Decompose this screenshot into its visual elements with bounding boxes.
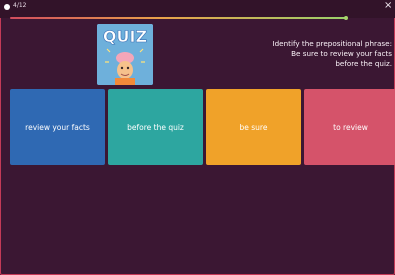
progress-dot-icon (4, 4, 10, 10)
close-icon[interactable]: × (384, 1, 392, 11)
progress-track (10, 17, 345, 19)
quiz-image: QUIZ (97, 24, 153, 85)
progress-fill (10, 17, 345, 19)
progress-end-marker (344, 16, 348, 20)
answer-option-label: be sure (239, 122, 268, 132)
progress-counter: 4/12 (13, 2, 27, 9)
question-line: Be sure to review your facts (291, 49, 392, 58)
question-line: Identify the prepositional phrase: (272, 39, 393, 48)
question-prompt: Identify the prepositional phrase: Be su… (232, 39, 393, 69)
answer-option-before-the-quiz[interactable]: before the quiz (108, 89, 203, 165)
answer-option-to-review[interactable]: to review (304, 89, 395, 165)
quiz-illustration: QUIZ (97, 24, 153, 85)
answer-options: review your facts before the quiz be sur… (10, 89, 395, 165)
answer-option-review-your-facts[interactable]: review your facts (10, 89, 105, 165)
answer-option-label: to review (333, 122, 368, 132)
answer-option-label: review your facts (25, 122, 90, 132)
answer-option-label: before the quiz (127, 122, 184, 132)
quiz-image-title: QUIZ (103, 27, 147, 46)
answer-option-be-sure[interactable]: be sure (206, 89, 301, 165)
question-line: before the quiz. (335, 59, 392, 68)
top-bar: 4/12 × (0, 0, 395, 18)
